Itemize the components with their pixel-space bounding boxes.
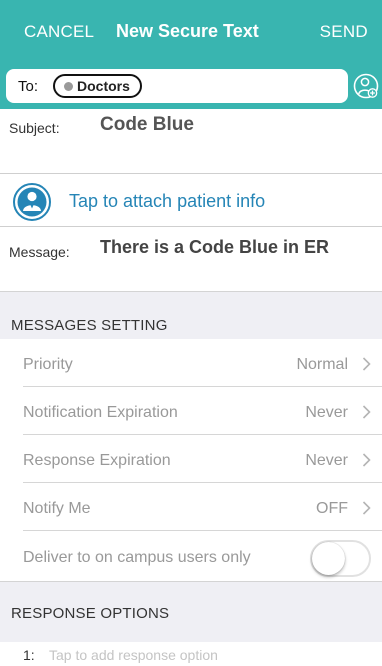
notification-expiration-label: Notification Expiration — [23, 404, 178, 421]
notify-me-row[interactable]: Notify Me OFF — [23, 483, 382, 531]
response-option-number: 1: — [23, 647, 35, 663]
recipient-chip[interactable]: Doctors — [53, 74, 142, 98]
response-expiration-row[interactable]: Response Expiration Never — [23, 435, 382, 483]
response-options-title: RESPONSE OPTIONS — [11, 605, 170, 622]
message-row[interactable]: Message: There is a Code Blue in ER — [0, 227, 382, 292]
to-label: To: — [18, 78, 39, 95]
status-dot-icon — [64, 81, 73, 91]
send-button[interactable]: SEND — [320, 22, 368, 42]
response-option-row[interactable]: 1: Tap to add response option — [0, 642, 382, 666]
subject-input[interactable]: Code Blue — [100, 114, 194, 136]
campus-only-label: Deliver to on campus users only — [23, 549, 251, 566]
message-label: Message: — [9, 244, 70, 260]
chevron-right-icon — [362, 405, 371, 419]
priority-row[interactable]: Priority Normal — [23, 339, 382, 387]
response-option-input[interactable]: Tap to add response option — [49, 647, 218, 663]
messages-setting-title: MESSAGES SETTING — [11, 317, 168, 334]
chevron-right-icon — [362, 357, 371, 371]
priority-label: Priority — [23, 356, 73, 373]
chevron-right-icon — [362, 453, 371, 467]
notification-expiration-value: Never — [305, 404, 348, 421]
notification-expiration-row[interactable]: Notification Expiration Never — [23, 387, 382, 435]
messages-setting-header: MESSAGES SETTING — [0, 291, 382, 339]
recipient-chip-label: Doctors — [77, 78, 130, 94]
chevron-right-icon — [362, 501, 371, 515]
patient-icon — [12, 182, 52, 222]
recipient-field[interactable]: To: Doctors — [6, 69, 348, 103]
priority-value: Normal — [296, 356, 348, 373]
nav-bar: CANCEL New Secure Text SEND — [0, 0, 382, 64]
response-expiration-label: Response Expiration — [23, 452, 171, 469]
response-expiration-value: Never — [305, 452, 348, 469]
add-contact-icon[interactable] — [353, 69, 379, 103]
page-title: New Secure Text — [116, 21, 259, 41]
notify-me-value: OFF — [316, 500, 348, 517]
campus-only-row: Deliver to on campus users only — [23, 531, 382, 581]
attach-patient-label: Tap to attach patient info — [69, 191, 266, 211]
subject-label: Subject: — [9, 120, 60, 136]
message-input[interactable]: There is a Code Blue in ER — [100, 237, 329, 258]
response-options-header: RESPONSE OPTIONS — [0, 581, 382, 642]
attach-patient-button[interactable]: Tap to attach patient info — [0, 175, 382, 227]
toggle-knob — [312, 542, 345, 575]
subject-row[interactable]: Subject: Code Blue — [0, 109, 382, 174]
notify-me-label: Notify Me — [23, 500, 91, 517]
campus-only-toggle[interactable] — [310, 540, 371, 577]
cancel-button[interactable]: CANCEL — [24, 22, 94, 42]
recipient-bar: To: Doctors — [0, 64, 382, 109]
